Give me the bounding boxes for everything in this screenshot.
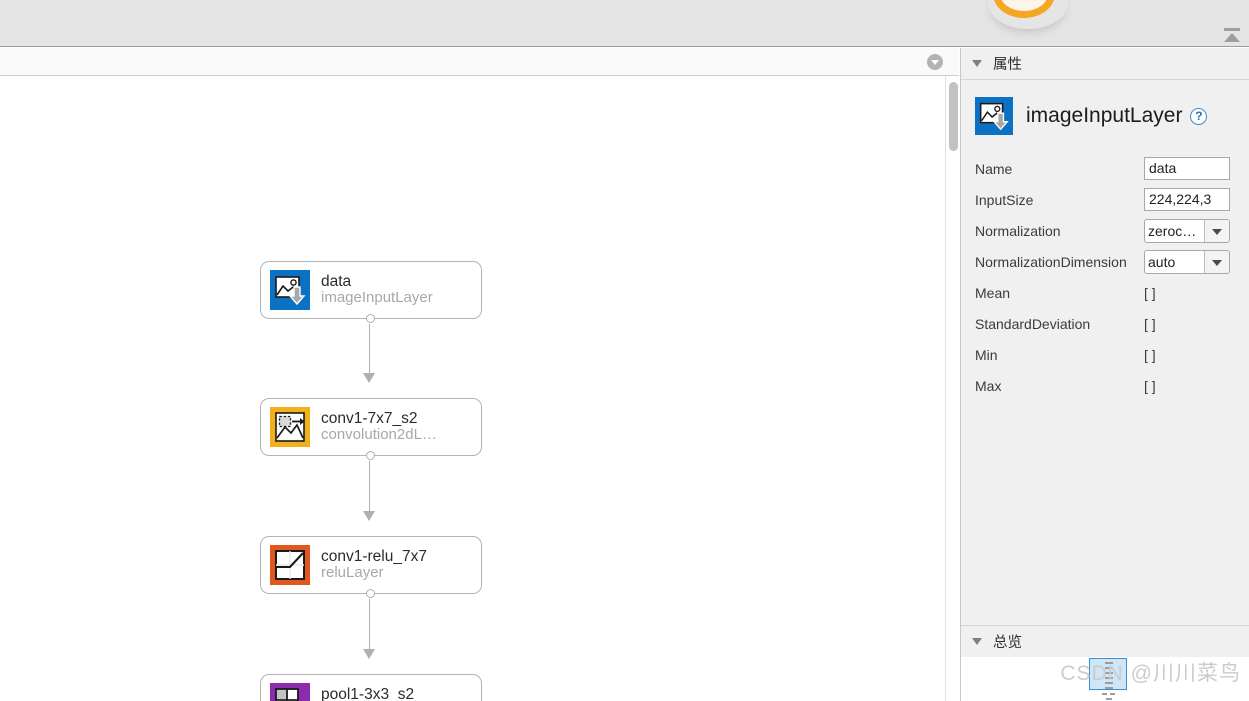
layer-node-title: data [321,273,352,290]
properties-section-title: 属性 [993,57,1022,73]
layer-node-title: pool1-3x3_s2 [321,686,415,701]
max-pooling-layer-icon [270,683,310,701]
normalization-value: zeroc… [1148,222,1197,239]
overview-layer-mark [1102,693,1107,695]
overview-layer-mark [1106,698,1112,700]
layer-node-conv1-7x7-s2[interactable]: conv1-7x7_s2 convolution2dL… [260,398,482,460]
layer-node-conv1-relu-7x7[interactable]: conv1-relu_7x7 reluLayer [260,536,482,598]
property-label: InputSize [975,191,1034,208]
min-value: [ ] [1144,346,1156,363]
properties-section-header[interactable]: 属性 [961,48,1249,80]
normalization-select[interactable]: zeroc… [1144,218,1230,243]
convolution-layer-icon [270,407,310,447]
normalizationdimension-select[interactable]: auto [1144,249,1230,274]
property-label: Name [975,160,1013,177]
property-row-max: Max [ ] [961,370,1249,401]
overview-section-header[interactable]: 总览 [961,626,1249,657]
layer-node-type: imageInputLayer [321,289,433,307]
overview-layer-mark [1105,677,1113,679]
property-row-normalizationdimension: NormalizationDimension auto [961,246,1249,277]
connector-relu-to-pool1 [363,599,375,659]
orange-ring-button[interactable] [993,0,1055,18]
property-label: Normalization [975,222,1061,239]
help-icon[interactable]: ? [1190,107,1208,125]
property-label: Max [975,377,1002,394]
overview-panel: 总览 [961,625,1249,701]
image-input-layer-icon [975,97,1013,135]
name-field[interactable]: data [1144,157,1230,180]
property-row-inputsize: InputSize 224,224,3 [961,184,1249,215]
layer-node-type: convolution2dL… [321,426,437,444]
layer-node-text: data imageInputLayer [321,274,433,307]
overview-layer-mark [1105,672,1113,674]
collapse-ribbon-bar [1224,28,1240,31]
property-label: Mean [975,284,1011,301]
arrow-head-icon [363,649,375,659]
selected-layer-name: imageInputLayer [1026,104,1183,127]
selected-layer-header: imageInputLayer ? [961,80,1249,135]
canvas-vertical-scrollbar[interactable] [945,76,959,701]
connector-data-to-conv1 [363,324,375,383]
network-overview-thumbnail[interactable] [1089,658,1127,701]
normalizationdimension-value: auto [1148,253,1176,270]
layer-node-title: conv1-relu_7x7 [321,548,427,565]
arrow-head-icon [363,373,375,383]
layer-node-text: conv1-7x7_s2 convolution2dL… [321,411,437,444]
layer-node-title: conv1-7x7_s2 [321,410,418,427]
arrow-head-icon [363,511,375,521]
mean-value: [ ] [1144,284,1156,301]
overview-layer-mark [1105,662,1113,664]
canvas-header-bar [0,48,959,76]
top-toolbar [0,0,1249,47]
property-row-name: Name data [961,153,1249,184]
layer-node-text: conv1-relu_7x7 reluLayer [321,549,427,582]
layer-node-output-port[interactable] [366,314,375,323]
inputsize-field[interactable]: 224,224,3 [1144,188,1230,211]
connector-conv1-to-relu [363,461,375,521]
property-label: StandardDeviation [975,315,1091,332]
overview-thumbnail-area[interactable] [961,657,1249,701]
overview-layer-mark [1110,693,1115,695]
canvas-menu-icon[interactable] [927,54,943,70]
max-value: [ ] [1144,377,1156,394]
property-row-standarddeviation: StandardDeviation [ ] [961,308,1249,339]
overview-layer-mark [1105,687,1113,689]
chevron-down-icon [972,638,982,645]
layer-node-output-port[interactable] [366,451,375,460]
layer-node-type: reluLayer [321,564,384,582]
chevron-down-icon[interactable] [1204,250,1229,273]
collapse-ribbon-icon[interactable] [1221,27,1243,45]
properties-panel: 属性 imageInputLayer ? Name data InputSize… [960,48,1249,701]
canvas-scrollbar-thumb[interactable] [949,82,958,151]
layer-node-data[interactable]: data imageInputLayer [260,261,482,323]
property-row-min: Min [ ] [961,339,1249,370]
property-row-mean: Mean [ ] [961,277,1249,308]
overview-layer-mark [1105,667,1113,669]
property-label: Min [975,346,998,363]
property-list: Name data InputSize 224,224,3 Normalizat… [961,153,1249,401]
overview-layer-mark [1105,682,1113,684]
layer-node-text: pool1-3x3_s2 maxPooling2dL… [321,687,439,701]
collapse-ribbon-triangle [1224,33,1240,42]
layer-node-output-port[interactable] [366,589,375,598]
chevron-down-icon [972,60,982,67]
standarddeviation-value: [ ] [1144,315,1156,332]
network-canvas[interactable]: data imageInputLayer conv1-7x7_s2 convol… [0,76,959,701]
chevron-down-icon[interactable] [1204,219,1229,242]
relu-layer-icon [270,545,310,585]
property-label: NormalizationDimension [975,253,1127,270]
overview-section-title: 总览 [993,635,1022,651]
deep-network-designer-window: data imageInputLayer conv1-7x7_s2 convol… [0,0,1249,701]
image-input-layer-icon [270,270,310,310]
layer-node-pool1-3x3-s2[interactable]: pool1-3x3_s2 maxPooling2dL… [260,674,482,701]
property-row-normalization: Normalization zeroc… [961,215,1249,246]
